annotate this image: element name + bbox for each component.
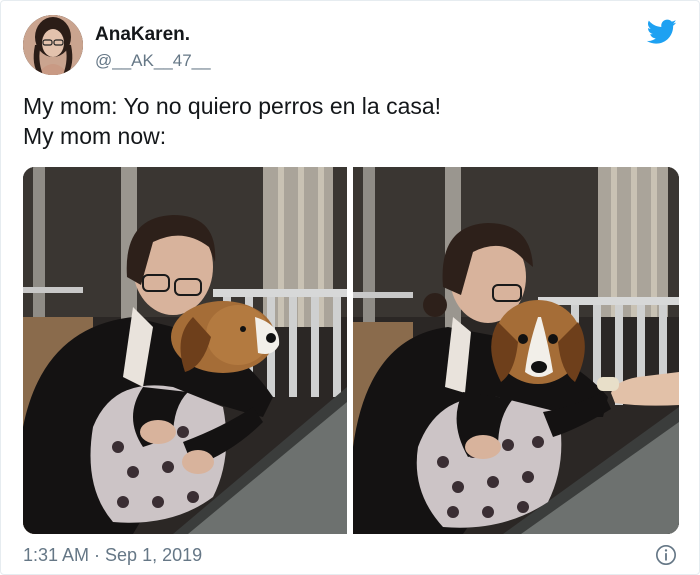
photo-mom-feeding-beagle[interactable] xyxy=(353,167,679,534)
tweet-text-line-2: My mom now: xyxy=(23,123,167,149)
twitter-bird-icon[interactable] xyxy=(647,19,677,45)
avatar-image xyxy=(23,15,83,75)
photo-left-image xyxy=(23,167,347,534)
photo-right-image xyxy=(353,167,679,534)
tweet-card: AnaKaren. @__AK__47__ My mom: Yo no quie… xyxy=(0,0,700,575)
tweet-text: My mom: Yo no quiero perros en la casa! … xyxy=(23,91,663,151)
tweet-header: AnaKaren. @__AK__47__ xyxy=(23,15,677,79)
tweet-timestamp[interactable]: 1:31 AM · Sep 1, 2019 xyxy=(23,545,202,566)
tweet-text-line-1: My mom: Yo no quiero perros en la casa! xyxy=(23,93,442,119)
author-name[interactable]: AnaKaren. xyxy=(95,24,190,46)
tweet-footer: 1:31 AM · Sep 1, 2019 xyxy=(23,544,677,570)
photo-mom-hugging-beagle[interactable] xyxy=(23,167,347,534)
author-avatar[interactable] xyxy=(23,15,83,75)
author-handle[interactable]: @__AK__47__ xyxy=(95,51,211,71)
info-icon[interactable] xyxy=(655,544,677,566)
tweet-photos xyxy=(23,167,679,534)
